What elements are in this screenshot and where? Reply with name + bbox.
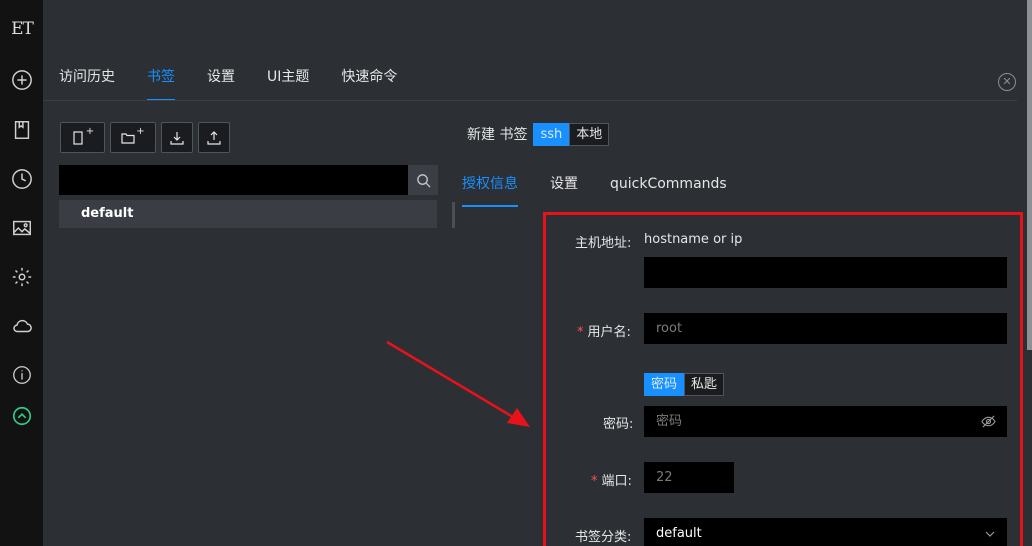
annotation-arrow xyxy=(386,340,530,427)
new-bookmark-title: 新建 书签 xyxy=(467,127,528,143)
plus-circle-icon[interactable] xyxy=(10,68,34,92)
scrollbar[interactable] xyxy=(1027,0,1032,350)
tab-settings[interactable]: 设置 xyxy=(207,67,235,101)
app-logo: ET xyxy=(11,19,34,39)
type-local-button[interactable]: 本地 xyxy=(569,122,610,146)
sidebar: ET xyxy=(0,0,43,546)
new-folder-button[interactable]: + xyxy=(110,122,156,153)
panel-splitter[interactable] xyxy=(452,202,455,228)
cloud-icon[interactable] xyxy=(10,314,34,338)
tab-form-settings[interactable]: 设置 xyxy=(550,174,578,207)
search-input[interactable] xyxy=(59,165,408,195)
folder-plus-icon xyxy=(121,132,135,144)
gear-icon[interactable] xyxy=(10,265,34,289)
upload-icon xyxy=(207,130,221,145)
tab-quick-commands-form[interactable]: quickCommands xyxy=(610,174,727,207)
tree-item-default[interactable]: default xyxy=(59,200,437,228)
search-icon xyxy=(416,173,431,188)
clock-icon[interactable] xyxy=(10,167,34,191)
main-tabs: 访问历史 书签 设置 UI主题 快速命令 xyxy=(59,67,429,101)
new-bookmark-header: 新建 书签 ssh 本地 xyxy=(467,122,610,146)
close-icon[interactable]: ✕ xyxy=(998,73,1016,91)
export-button[interactable] xyxy=(198,122,230,153)
tabs-divider xyxy=(43,100,1017,101)
download-icon xyxy=(170,131,184,145)
info-icon[interactable] xyxy=(10,363,34,387)
tab-bookmarks[interactable]: 书签 xyxy=(147,67,175,101)
bookmark-search xyxy=(59,165,438,195)
tab-auth-info[interactable]: 授权信息 xyxy=(462,174,518,207)
new-bookmark-button[interactable]: + xyxy=(60,122,105,153)
type-ssh-button[interactable]: ssh xyxy=(533,122,570,146)
file-plus-icon xyxy=(73,130,83,145)
up-circle-icon[interactable] xyxy=(10,404,34,428)
tab-ui-theme[interactable]: UI主题 xyxy=(267,67,309,101)
book-icon[interactable] xyxy=(10,118,34,142)
highlight-box xyxy=(543,212,1023,546)
image-icon[interactable] xyxy=(10,216,34,240)
tab-quick-commands[interactable]: 快速命令 xyxy=(341,67,397,101)
search-button[interactable] xyxy=(408,165,438,195)
tab-history[interactable]: 访问历史 xyxy=(59,67,115,101)
form-tabs: 授权信息 设置 quickCommands xyxy=(462,174,759,207)
import-button[interactable] xyxy=(161,122,193,153)
